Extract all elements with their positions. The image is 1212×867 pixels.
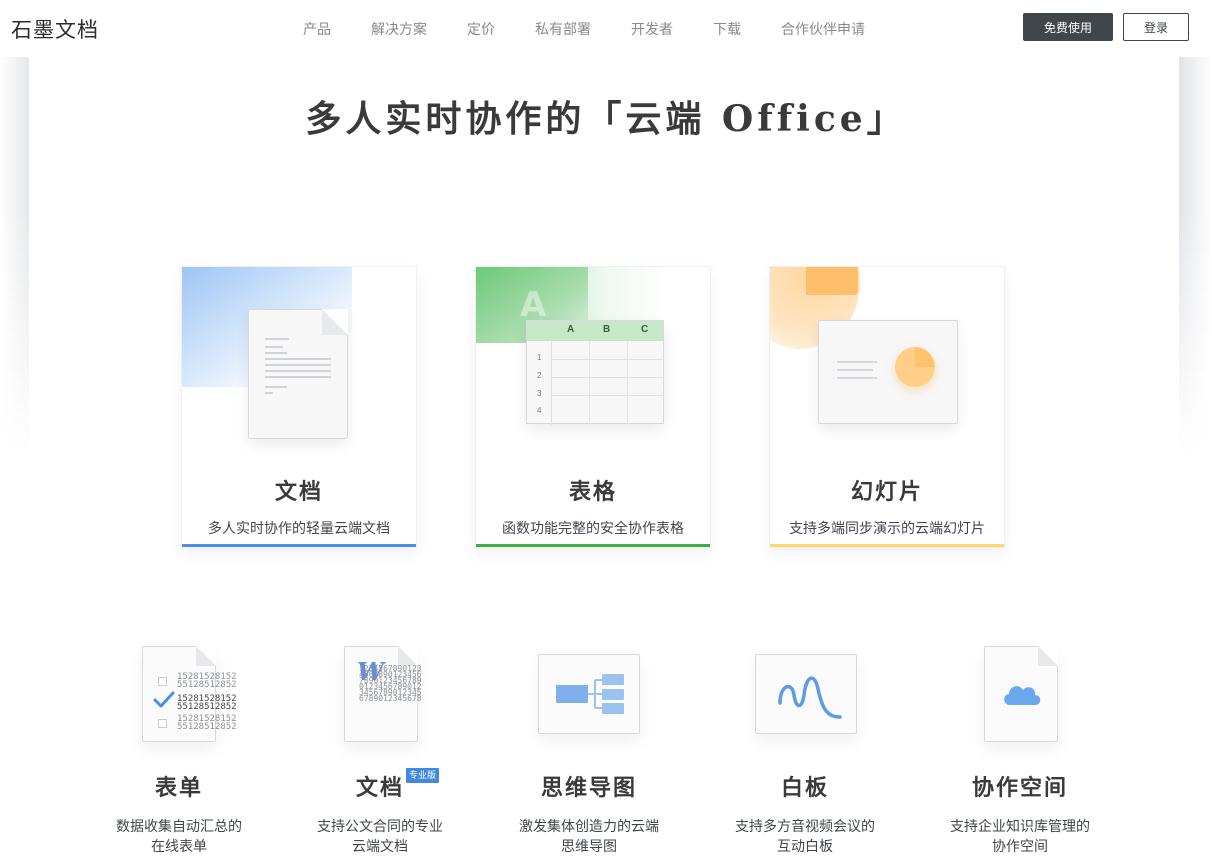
top-header: 石墨文档 产品 解决方案 定价 私有部署 开发者 下载 合作伙伴申请 免费使用 … — [0, 0, 1212, 57]
card-title: 表格 — [568, 479, 617, 505]
mindmap-icon — [494, 640, 684, 744]
nav-item-partners[interactable]: 合作伙伴申请 — [781, 19, 865, 39]
nav-item-solutions[interactable]: 解决方案 — [371, 19, 427, 39]
feature-description: 激发集体创造力的云端 思维导图 — [519, 818, 659, 854]
sheet-row-2: 2 — [537, 371, 542, 380]
pro-doc-icon: W 1234567890123 4567890123456 7890123456… — [285, 640, 475, 744]
feature-description: 支持企业知识库管理的 协作空间 — [950, 818, 1090, 854]
product-card-slides[interactable]: 幻灯片 支持多端同步演示的云端幻灯片 — [769, 266, 1005, 548]
check-icon — [153, 691, 175, 708]
form-number-4: 55128512852 — [177, 702, 237, 712]
card-accent-bar — [182, 544, 416, 547]
card-title: 幻灯片 — [850, 479, 923, 505]
card-title: 文档 — [274, 479, 323, 505]
form-number-6: 55128512852 — [177, 722, 237, 732]
nav-item-pricing[interactable]: 定价 — [467, 19, 495, 39]
feature-description: 支持公文合同的专业 云端文档 — [317, 818, 443, 854]
card-accent-bar — [476, 544, 710, 547]
logo[interactable]: 石墨文档 — [11, 14, 99, 44]
slide-illustration — [818, 320, 958, 424]
feature-title: 协作空间 — [971, 775, 1068, 801]
form-number-2: 55128512852 — [177, 680, 237, 690]
pie-chart-icon — [895, 347, 935, 387]
sheet-column-a: A — [567, 324, 575, 335]
feature-title: 思维导图 — [540, 775, 637, 801]
whiteboard-icon — [710, 640, 900, 744]
sheet-column-c: C — [641, 324, 649, 335]
product-card-sheet[interactable]: A A B C 1 2 3 4 表格 函数功能完整的安全协作表格 — [475, 266, 711, 548]
nav-item-private-deploy[interactable]: 私有部署 — [535, 19, 591, 39]
sheet-watermark: A — [520, 285, 547, 325]
card-description: 函数功能完整的安全协作表格 — [502, 520, 684, 536]
card-description: 多人实时协作的轻量云端文档 — [208, 520, 390, 536]
sheet-row-3: 3 — [537, 389, 542, 398]
feature-description: 支持多方音视频会议的 互动白板 — [735, 818, 875, 854]
free-trial-button[interactable]: 免费使用 — [1023, 13, 1113, 41]
squiggle-icon — [778, 676, 842, 719]
feature-description: 数据收集自动汇总的 在线表单 — [116, 818, 242, 854]
login-button[interactable]: 登录 — [1123, 13, 1189, 41]
feature-title: 文档 — [355, 775, 404, 801]
sheet-illustration: A B C 1 2 3 4 — [526, 320, 664, 425]
main-nav: 产品 解决方案 定价 私有部署 开发者 下载 合作伙伴申请 — [303, 19, 865, 39]
sheet-column-b: B — [603, 324, 611, 335]
nav-item-product[interactable]: 产品 — [303, 19, 331, 39]
feature-title: 表单 — [154, 775, 203, 801]
nav-item-developers[interactable]: 开发者 — [631, 19, 673, 39]
doc-illustration — [248, 309, 348, 439]
pro-badge: 专业版 — [406, 768, 440, 783]
sheet-row-4: 4 — [537, 406, 542, 415]
sheet-row-1: 1 — [537, 353, 542, 362]
hero-title: 多人实时协作的「云端 Office」 — [305, 98, 907, 140]
cloud-icon — [925, 640, 1115, 744]
product-card-doc[interactable]: 文档 多人实时协作的轻量云端文档 — [181, 266, 417, 548]
form-icon: 15281528152 55128512852 15281528152 5512… — [84, 640, 274, 744]
feature-title: 白板 — [780, 775, 829, 801]
card-description: 支持多端同步演示的云端幻灯片 — [789, 520, 985, 536]
card-accent-bar — [770, 544, 1004, 547]
slide-shape-icon — [806, 267, 858, 295]
nav-item-download[interactable]: 下载 — [713, 19, 741, 39]
